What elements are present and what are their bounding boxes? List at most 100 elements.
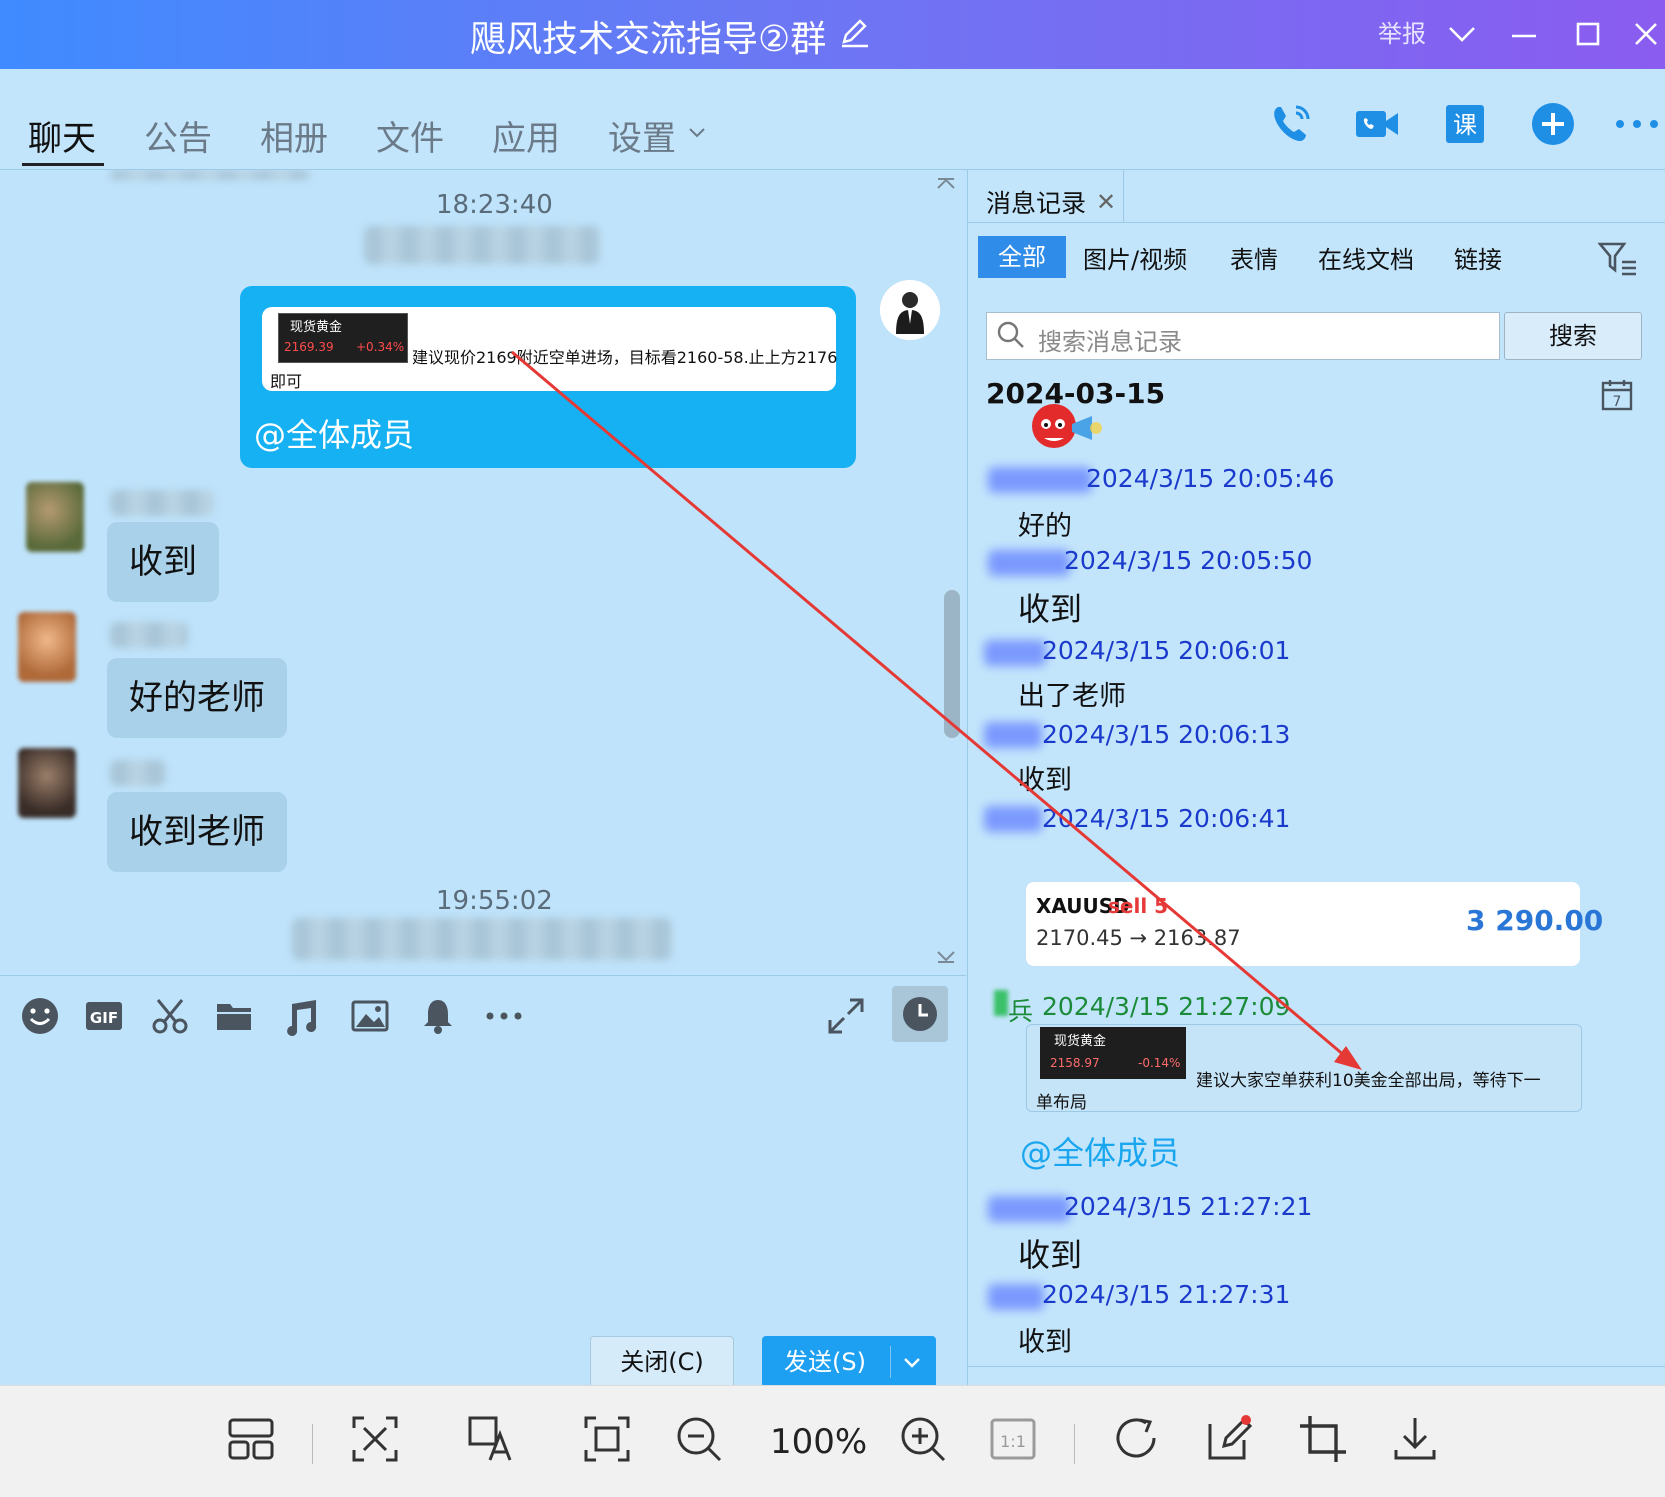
- tab-settings[interactable]: 设置: [608, 111, 676, 160]
- blurred-username: [988, 550, 1070, 576]
- expand-icon[interactable]: [826, 996, 866, 1036]
- scissors-icon[interactable]: [150, 996, 190, 1036]
- record-message[interactable]: 收到: [1018, 1320, 1072, 1359]
- blurred-username: [994, 990, 1008, 1016]
- divider: [890, 1346, 891, 1378]
- thumb-title: 现货黄金: [290, 320, 343, 335]
- blurred-username: [110, 622, 188, 648]
- blurred-username: [984, 640, 1046, 666]
- fit-screen-icon[interactable]: [582, 1414, 632, 1464]
- active-tab-indicator: [22, 163, 104, 166]
- more-icon[interactable]: [484, 996, 524, 1036]
- message-bubble[interactable]: 好的老师: [107, 658, 287, 738]
- blurred-username: [988, 1284, 1044, 1310]
- scroll-down-icon[interactable]: [936, 948, 956, 964]
- maximize-icon[interactable]: [1568, 14, 1608, 54]
- record-message[interactable]: 收到: [1018, 1230, 1082, 1276]
- download-icon[interactable]: [1390, 1414, 1440, 1464]
- message-bubble[interactable]: 收到: [107, 522, 219, 602]
- image-icon[interactable]: [350, 996, 390, 1036]
- tab-apps[interactable]: 应用: [492, 111, 560, 160]
- tab-files[interactable]: 文件: [376, 111, 444, 160]
- avatar[interactable]: [18, 748, 76, 818]
- message-history-panel: 消息记录 ✕ 全部 图片/视频 表情 在线文档 链接 搜索消息记录 搜索 202…: [967, 170, 1665, 1385]
- chevron-down-icon[interactable]: [686, 121, 708, 143]
- folder-icon[interactable]: [214, 996, 254, 1036]
- chevron-down-icon[interactable]: [1442, 14, 1482, 54]
- music-icon[interactable]: [282, 996, 322, 1036]
- record-message[interactable]: 收到: [1018, 758, 1072, 797]
- svg-text:7: 7: [1613, 394, 1622, 410]
- scroll-up-icon[interactable]: [936, 176, 956, 192]
- blurred-content: [110, 170, 310, 180]
- translate-icon[interactable]: [466, 1414, 516, 1464]
- annotate-icon[interactable]: [1204, 1414, 1254, 1464]
- filter-links[interactable]: 链接: [1454, 240, 1502, 275]
- record-message[interactable]: 出了老师: [1018, 674, 1126, 713]
- thumb-change: +0.34%: [356, 340, 405, 354]
- message-timestamp: 19:55:02: [436, 886, 553, 916]
- layout-icon[interactable]: [226, 1414, 276, 1464]
- phone-icon[interactable]: [1266, 99, 1316, 149]
- zoom-in-icon[interactable]: [898, 1414, 948, 1464]
- close-icon[interactable]: ✕: [1096, 188, 1116, 216]
- chat-scrollbar[interactable]: [944, 590, 960, 738]
- avatar[interactable]: [18, 612, 76, 682]
- report-link[interactable]: 举报: [1378, 14, 1426, 49]
- tab-chat[interactable]: 聊天: [28, 111, 96, 160]
- message-bubble[interactable]: 收到老师: [107, 792, 287, 872]
- minimize-icon[interactable]: [1504, 14, 1544, 54]
- tab-album[interactable]: 相册: [260, 111, 328, 160]
- avatar[interactable]: [26, 482, 84, 552]
- filter-stickers[interactable]: 表情: [1230, 240, 1278, 275]
- mention-all[interactable]: @全体成员: [1020, 1128, 1180, 1174]
- history-toggle[interactable]: [892, 986, 948, 1042]
- filter-all[interactable]: 全部: [978, 236, 1066, 278]
- record-time: 2024/3/15 21:27:21: [1064, 1192, 1313, 1221]
- filter-media[interactable]: 图片/视频: [1083, 240, 1187, 275]
- quote-text-cont: 即可: [270, 372, 303, 391]
- quote-text-cont: 单布局: [1036, 1093, 1087, 1113]
- edit-icon[interactable]: [838, 16, 872, 50]
- search-placeholder: 搜索消息记录: [1038, 328, 1182, 356]
- gif-icon[interactable]: GIF: [84, 996, 124, 1036]
- course-icon[interactable]: 课: [1440, 99, 1490, 149]
- history-tab-title[interactable]: 消息记录: [986, 184, 1086, 220]
- mention-all[interactable]: @全体成员: [254, 410, 414, 456]
- filter-icon[interactable]: [1598, 240, 1638, 276]
- blurred-username: [110, 760, 166, 786]
- bell-icon[interactable]: [418, 996, 458, 1036]
- more-icon[interactable]: [1612, 99, 1662, 149]
- send-button[interactable]: 发送(S): [762, 1336, 936, 1388]
- chevron-down-icon[interactable]: [902, 1352, 922, 1372]
- search-button[interactable]: 搜索: [1504, 312, 1642, 360]
- message-input-area[interactable]: GIF 关闭(C) 发送(S): [0, 975, 966, 1388]
- emoji-icon[interactable]: [20, 996, 60, 1036]
- add-icon[interactable]: [1528, 99, 1578, 149]
- crop-icon[interactable]: [1298, 1414, 1348, 1464]
- blurred-username: [988, 467, 1092, 493]
- calendar-icon[interactable]: 7: [1600, 378, 1634, 412]
- filter-docs[interactable]: 在线文档: [1318, 240, 1414, 275]
- avatar[interactable]: [880, 280, 940, 340]
- record-message[interactable]: 收到: [1018, 584, 1082, 630]
- blurred-username: [110, 490, 214, 516]
- rotate-icon[interactable]: [1112, 1414, 1162, 1464]
- record-time: 2024/3/15 21:27:31: [1042, 1280, 1291, 1309]
- divider: [968, 222, 1665, 223]
- close-icon[interactable]: [1626, 14, 1665, 54]
- tab-notice[interactable]: 公告: [144, 111, 212, 160]
- text-extract-icon[interactable]: [350, 1414, 400, 1464]
- divider: [968, 1366, 1665, 1367]
- close-button[interactable]: 关闭(C): [590, 1336, 734, 1388]
- chat-messages: 18:23:40 现货黄金 2169.39 +0.34% 建议现价2169附近空…: [0, 170, 966, 975]
- record-message[interactable]: 好的: [1018, 504, 1072, 543]
- zoom-out-icon[interactable]: [674, 1414, 724, 1464]
- sticker-icon[interactable]: [1024, 394, 1108, 458]
- record-time: 2024/3/15 20:05:46: [1086, 464, 1335, 493]
- actual-size-icon[interactable]: 1:1: [988, 1414, 1038, 1464]
- window-title: 飓风技术交流指导②群: [470, 19, 827, 60]
- tab-bar: 聊天 公告 相册 文件 应用 设置 课: [0, 69, 1665, 170]
- thumb-price: 2169.39: [284, 340, 334, 354]
- video-call-icon[interactable]: [1352, 99, 1402, 149]
